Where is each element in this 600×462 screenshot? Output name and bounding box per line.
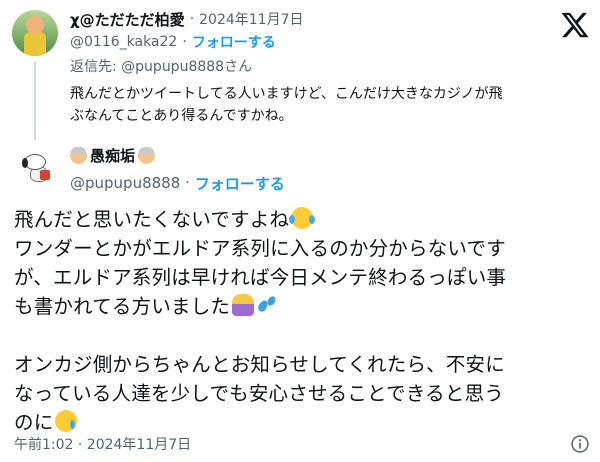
tweet-text: 飛んだとかツイートしてる人いますけど、こんだけ大きなカジノが飛 ぶなんてことあり… [70,83,548,127]
parent-header: χ@ただただ柏愛 · 2024年11月7日 [70,8,550,30]
author-handle[interactable]: @0116_kaka22 [70,34,177,50]
info-icon[interactable] [570,434,590,454]
tweet-text-span: も書かれてる方いました [14,295,231,318]
separator: · [182,34,187,50]
tweet-timestamp[interactable]: 午前1:02 · 2024年11月7日 [14,434,191,454]
tweet-text-line: オンカジ側からちゃんとお知らせしてくれたら、不安に [14,353,505,376]
tweet-text-line: が、エルドア系列は早ければ今日メンテ終わるっぽい事 [14,266,507,289]
sweat-droplets-emoji [256,294,278,316]
x-logo-icon[interactable] [560,10,590,40]
separator: · [185,175,190,191]
main-tweet-text: 飛んだと思いたくないですよね ワンダーとかがエルドア系列に入るのか分からないです… [14,205,574,437]
main-handle-row: @pupupu8888 · フォローする [70,170,285,196]
crying-face-emoji [55,410,78,432]
follow-button[interactable]: フォローする [192,32,276,52]
tweet-footer: 午前1:02 · 2024年11月7日 [14,432,590,456]
tweet-text-span: のに [14,411,54,434]
replying-to[interactable]: 返信先: @pupupu8888さん [70,56,550,76]
separator: · [189,11,195,27]
person-bowing-emoji [232,294,255,316]
avatar-figure-head [26,16,44,34]
main-author-info: 愚痴垢 @pupupu8888 · フォローする [70,140,285,196]
tweet-text-line: なっている人達を少しでも安心させることできると思う [14,382,504,405]
avatar[interactable] [18,150,58,190]
parent-handle-row: @0116_kaka22 · フォローする [70,31,550,53]
avatar[interactable] [12,10,58,56]
follow-button[interactable]: フォローする [195,173,285,194]
avatar-dog-ear [22,158,28,168]
main-tweet-author: 愚痴垢 @pupupu8888 · フォローする [12,140,552,196]
parent-tweet-body: χ@ただただ柏愛 · 2024年11月7日 @0116_kaka22 · フォロ… [70,8,550,127]
author-name[interactable]: 愚痴垢 [90,145,135,166]
avatar-dog-flag [40,170,50,180]
tweet-text-line: ワンダーとかがエルドア系列に入るのか分からないです [14,237,506,260]
tears-of-joy-emoji [289,207,316,229]
older-person-emoji [138,146,156,164]
tweet-text-line: 飛んだと思いたくないですよね [14,205,574,234]
main-author-name-row[interactable]: 愚痴垢 [70,140,285,170]
tweet-text-span: 飛んだと思いたくないですよね [14,208,290,231]
tweet-text-line: 飛んだとかツイートしてる人いますけど、こんだけ大きなカジノが飛 [70,86,503,102]
avatar-figure-shirt [24,32,46,56]
author-name[interactable]: χ@ただただ柏愛 [70,9,185,30]
thread-line [34,62,36,140]
older-person-emoji [70,146,87,164]
tweet-date[interactable]: 2024年11月7日 [199,9,303,29]
tweet-text-line: ぶなんてことあり得るんですかね。 [70,108,293,124]
tweet-text-line: も書かれてる方いました [14,292,574,321]
author-handle[interactable]: @pupupu8888 [70,174,180,192]
